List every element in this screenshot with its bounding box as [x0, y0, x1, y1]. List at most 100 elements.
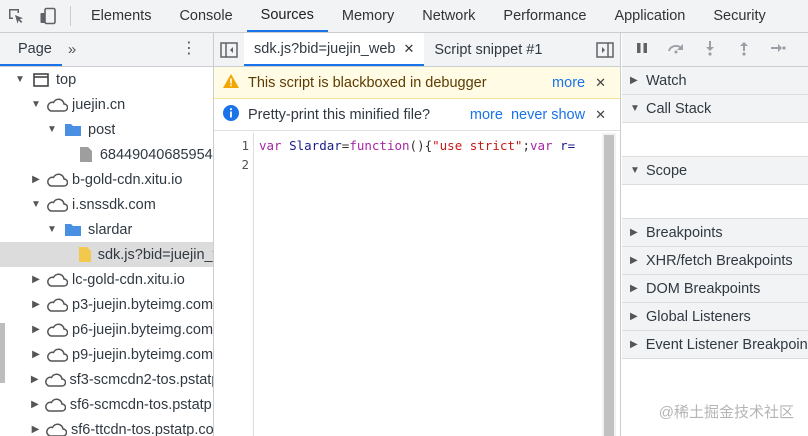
collapse-triangle-icon: ▶: [630, 75, 638, 86]
tree-item[interactable]: ▼ i.snssdk.com: [0, 192, 213, 217]
code-keyword: function: [349, 138, 410, 153]
debugger-section-header[interactable]: ▼ Call Stack: [622, 95, 808, 123]
tree-item[interactable]: ▼ top: [0, 67, 213, 92]
device-toolbar-icon[interactable]: [32, 0, 64, 32]
folder-icon: [62, 121, 84, 139]
never-show-link[interactable]: never show: [511, 107, 585, 123]
code-operator: ;: [522, 138, 530, 153]
collapse-triangle-icon: ▶: [630, 283, 638, 294]
line-number[interactable]: 2: [214, 155, 253, 174]
navigator-scrollbar[interactable]: [0, 323, 5, 383]
tree-item-label: sdk.js?bid=juejin_web: [97, 246, 213, 263]
toggle-navigator-icon[interactable]: [214, 33, 244, 66]
collapse-triangle-icon[interactable]: ▶: [30, 174, 42, 185]
tree-item-label: p3-juejin.byteimg.com: [72, 296, 214, 313]
tab-application[interactable]: Application: [600, 0, 699, 32]
collapse-triangle-icon[interactable]: ▶: [30, 374, 40, 385]
close-icon[interactable]: ✕: [595, 107, 606, 123]
collapse-triangle-icon: ▶: [630, 255, 638, 266]
close-icon[interactable]: ✕: [595, 75, 606, 91]
debugger-section-header[interactable]: ▶ Global Listeners: [622, 303, 808, 331]
code-keyword: var: [259, 138, 282, 153]
tree-item[interactable]: ▶ p3-juejin.byteimg.com: [0, 292, 213, 317]
close-tab-icon[interactable]: ✕: [403, 41, 414, 57]
tree-item-label: 6844904068595480: [99, 146, 213, 163]
expand-triangle-icon[interactable]: ▼: [14, 74, 26, 85]
cloud-icon: [46, 321, 68, 339]
debugger-section-label: DOM Breakpoints: [646, 280, 761, 297]
file-tree: ▼ top ▼ juejin.cn ▼ post 6844904068595480 ▶ b-go…: [0, 67, 213, 436]
tree-item[interactable]: ▶ p9-juejin.byteimg.com: [0, 342, 213, 367]
tree-item[interactable]: ▶ sf3-scmcdn2-tos.pstatp.com: [0, 367, 213, 392]
expand-triangle-icon[interactable]: ▼: [30, 199, 42, 210]
code-line[interactable]: var Slardar=function(){"use strict";var …: [259, 136, 575, 155]
debugger-section-header[interactable]: ▶ DOM Breakpoints: [622, 275, 808, 303]
tab-network[interactable]: Network: [408, 0, 489, 32]
more-link[interactable]: more: [552, 75, 585, 91]
expand-triangle-icon[interactable]: ▼: [46, 124, 58, 135]
tree-item[interactable]: ▶ p6-juejin.byteimg.com: [0, 317, 213, 342]
tree-item[interactable]: ▼ juejin.cn: [0, 92, 213, 117]
code-identifier: Slardar: [281, 138, 342, 153]
step-icon[interactable]: [768, 41, 788, 58]
code-area[interactable]: 1 2 var Slardar=function(){"use strict";…: [214, 133, 620, 436]
tree-item[interactable]: ▶ lc-gold-cdn.xitu.io: [0, 267, 213, 292]
cloud-icon: [46, 296, 68, 314]
debugger-section-header[interactable]: ▶ XHR/fetch Breakpoints: [622, 247, 808, 275]
tab-console[interactable]: Console: [165, 0, 246, 32]
tree-item[interactable]: sdk.js?bid=juejin_web: [0, 242, 213, 267]
line-number[interactable]: 1: [214, 136, 253, 155]
debugger-section-label: Global Listeners: [646, 308, 751, 325]
more-tabs-icon[interactable]: »: [62, 33, 82, 66]
collapse-triangle-icon[interactable]: ▶: [30, 399, 40, 410]
step-into-icon[interactable]: [700, 40, 720, 60]
collapse-triangle-icon[interactable]: ▶: [30, 424, 41, 435]
expand-triangle-icon[interactable]: ▼: [46, 224, 58, 235]
more-options-icon[interactable]: ⋮: [181, 41, 197, 57]
editor-scrollbar[interactable]: [602, 133, 616, 436]
tab-elements[interactable]: Elements: [77, 0, 165, 32]
more-link[interactable]: more: [470, 107, 503, 123]
collapse-triangle-icon[interactable]: ▶: [30, 274, 42, 285]
code-operator: (){: [409, 138, 433, 153]
tab-security[interactable]: Security: [699, 0, 779, 32]
collapse-triangle-icon[interactable]: ▶: [30, 324, 42, 335]
tab-sources[interactable]: Sources: [246, 0, 328, 32]
collapse-triangle-icon[interactable]: ▶: [30, 299, 42, 310]
tree-item[interactable]: ▼ post: [0, 117, 213, 142]
tab-performance[interactable]: Performance: [489, 0, 600, 32]
editor-tab-label: sdk.js?bid=juejin_web: [254, 40, 396, 57]
scrollbar-thumb[interactable]: [604, 135, 614, 436]
debugger-section-body: [622, 123, 808, 157]
debugger-section-header[interactable]: ▶ Event Listener Breakpoints: [622, 331, 808, 359]
tree-item-label: top: [56, 71, 77, 88]
debugger-section-header[interactable]: ▼ Scope: [622, 157, 808, 185]
code-identifier: r=: [552, 138, 576, 153]
debugger-section-header[interactable]: ▶ Breakpoints: [622, 219, 808, 247]
cloud-icon: [46, 271, 68, 289]
watermark: @稀土掘金技术社区: [658, 404, 794, 421]
blackbox-message: This script is blackboxed in debugger: [248, 74, 487, 91]
pause-icon[interactable]: [632, 41, 652, 58]
step-over-icon[interactable]: [666, 41, 686, 58]
tab-memory[interactable]: Memory: [328, 0, 408, 32]
tree-item[interactable]: ▼ slardar: [0, 217, 213, 242]
cloud-icon: [45, 421, 68, 436]
tree-item[interactable]: ▶ sf6-ttcdn-tos.pstatp.com: [0, 417, 213, 436]
expand-triangle-icon[interactable]: ▼: [30, 99, 42, 110]
toggle-debugger-icon[interactable]: [590, 33, 620, 66]
debugger-section-header[interactable]: ▶ Watch: [622, 67, 808, 95]
tree-item-label: post: [88, 121, 116, 138]
inspect-element-icon[interactable]: [0, 0, 32, 32]
tree-item[interactable]: ▶ b-gold-cdn.xitu.io: [0, 167, 213, 192]
editor-tab-sdk[interactable]: sdk.js?bid=juejin_web ✕: [244, 33, 425, 66]
tree-item[interactable]: ▶ sf6-scmcdn-tos.pstatp.com: [0, 392, 213, 417]
step-out-icon[interactable]: [734, 40, 754, 60]
blackbox-infobar: This script is blackboxed in debugger mo…: [214, 67, 620, 99]
collapse-triangle-icon[interactable]: ▶: [30, 349, 42, 360]
tab-page[interactable]: Page: [0, 33, 62, 66]
sources-navigator: Page » ⋮ ▼ top ▼ juejin.cn ▼ post 684490406859…: [0, 33, 214, 436]
tree-item[interactable]: 6844904068595480: [0, 142, 213, 167]
editor-tab-snippet[interactable]: Script snippet #1: [424, 33, 552, 66]
source-editor: sdk.js?bid=juejin_web ✕ Script snippet #…: [214, 33, 621, 436]
